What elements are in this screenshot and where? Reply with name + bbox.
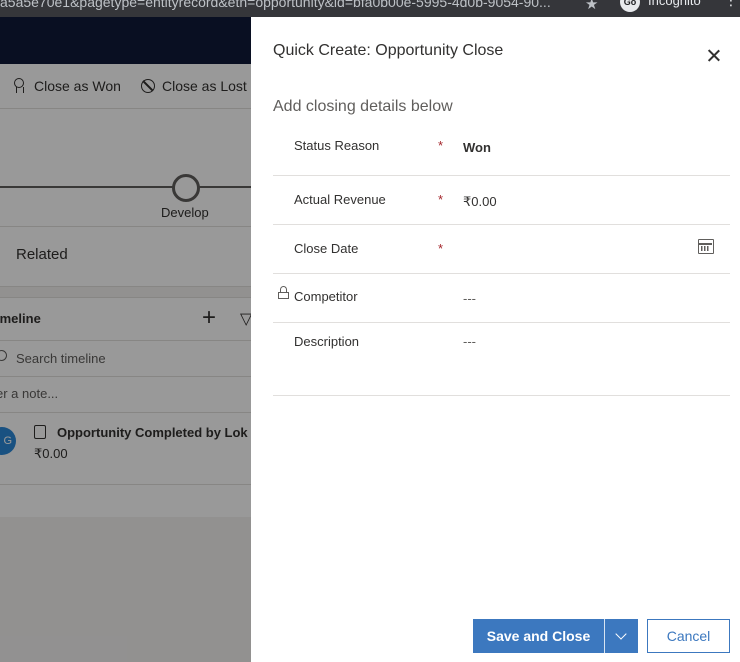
competitor-label: Competitor [294,289,358,304]
close-date-label: Close Date [294,241,359,256]
save-and-close-button[interactable]: Save and Close [473,619,638,653]
lock-icon [278,286,289,299]
form-fields: Status Reason * Won Actual Revenue * ₹0.… [273,121,730,396]
actual-revenue-label: Actual Revenue [294,192,386,207]
status-reason-label: Status Reason [294,138,380,153]
status-reason-value[interactable]: Won [463,140,491,155]
save-and-close-label[interactable]: Save and Close [473,619,604,653]
dialog-subtitle: Add closing details below [273,98,453,115]
competitor-value[interactable]: --- [463,291,476,306]
calendar-icon[interactable] [698,239,714,254]
required-marker: * [438,241,444,256]
browser-menu-icon[interactable]: ⋮ [724,0,738,9]
status-reason-field[interactable]: Status Reason * Won [273,121,730,176]
description-label: Description [294,334,360,349]
bookmark-star-icon[interactable]: ★ [585,0,598,13]
actual-revenue-field[interactable]: Actual Revenue * ₹0.00 [273,176,730,225]
description-value[interactable]: --- [463,334,476,349]
quick-create-panel: Quick Create: Opportunity Close Add clos… [251,17,740,662]
close-icon[interactable] [706,48,722,64]
chevron-down-icon[interactable] [605,619,638,653]
close-date-field[interactable]: Close Date * [273,225,730,274]
profile-avatar[interactable]: Go [620,0,640,12]
required-marker: * [438,192,444,207]
dialog-title: Quick Create: Opportunity Close [273,42,504,59]
browser-toolbar: a5a5e70e1&pagetype=entityrecord&etn=oppo… [0,0,740,17]
required-marker: * [438,138,444,153]
actual-revenue-value[interactable]: ₹0.00 [463,194,497,210]
description-field[interactable]: Description --- [273,323,730,396]
incognito-label: Incognito [648,0,701,8]
address-bar[interactable]: a5a5e70e1&pagetype=entityrecord&etn=oppo… [0,0,551,10]
modal-overlay[interactable] [0,17,251,662]
competitor-field[interactable]: Competitor --- [273,274,730,323]
cancel-button[interactable]: Cancel [647,619,730,653]
